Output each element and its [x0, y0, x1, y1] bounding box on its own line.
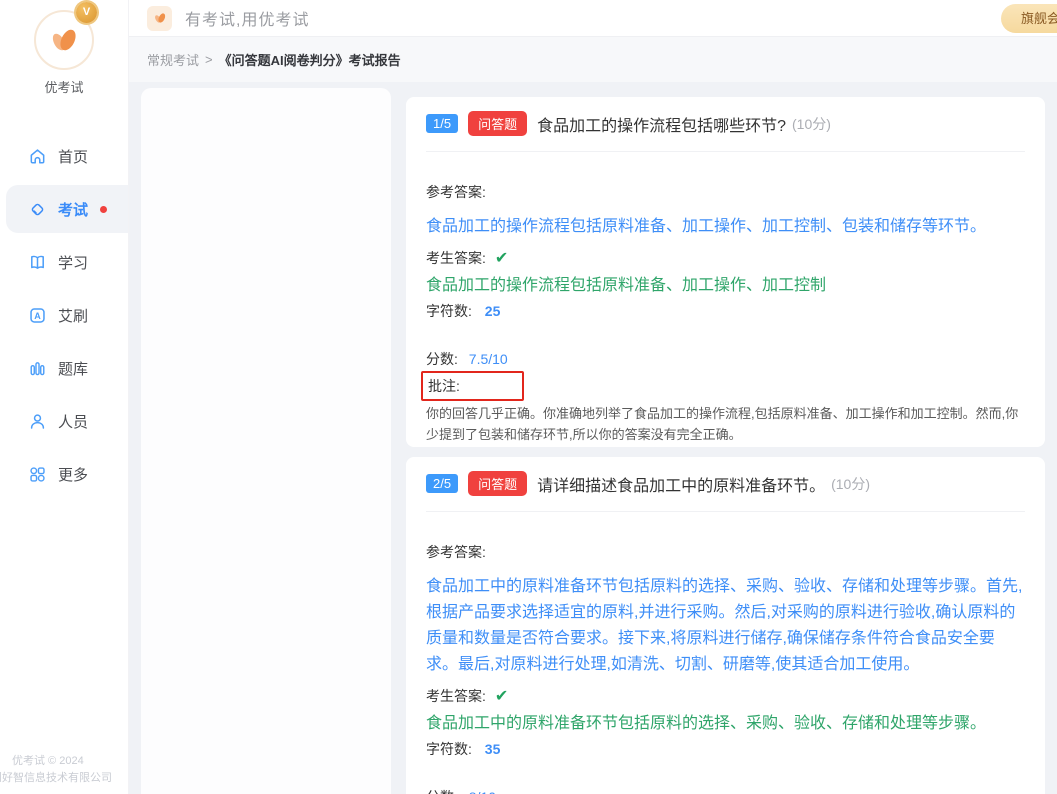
note-row: 批注: — [426, 371, 1025, 401]
book-icon — [28, 253, 47, 272]
char-count-label: 字符数: — [426, 741, 472, 757]
sidebar-item-label: 首页 — [58, 146, 88, 167]
question-card: 1/5 问答题 食品加工的操作流程包括哪些环节? (10分) 参考答案: 食品加… — [406, 97, 1045, 447]
sidebar-item-label: 人员 — [58, 411, 88, 432]
sidebar-item-question-bank[interactable]: 题库 — [0, 344, 128, 392]
notification-dot — [100, 206, 107, 213]
sidebar: V 优考试 首页 考试 学习 — [0, 0, 128, 794]
question-index-badge: 2/5 — [426, 474, 458, 493]
reference-answer: 食品加工的操作流程包括原料准备、加工操作、加工控制、包装和储存等环节。 — [426, 214, 1025, 240]
breadcrumb-current: 《问答题AI阅卷判分》考试报告 — [219, 50, 401, 69]
correct-check-icon: ✔ — [495, 686, 508, 706]
sidebar-nav: 首页 考试 学习 A 艾刷 — [0, 132, 128, 498]
char-count-row: 字符数: 25 — [426, 301, 1025, 321]
question-index-badge: 1/5 — [426, 114, 458, 133]
topbar-slogan: 有考试,用优考试 — [185, 6, 309, 30]
score-label: 分数: — [426, 789, 458, 794]
home-icon — [28, 147, 47, 166]
question-type-badge: 问答题 — [468, 111, 527, 136]
student-answer-row: 考生答案: ✔ — [426, 686, 1025, 706]
sidebar-item-exam[interactable]: 考试 — [6, 185, 128, 233]
vip-member-button[interactable]: 旗舰会员 — [1001, 4, 1057, 33]
svg-text:A: A — [34, 310, 41, 320]
score-label: 分数: — [426, 351, 458, 367]
sidebar-item-people[interactable]: 人员 — [0, 397, 128, 445]
a-brush-icon: A — [28, 306, 47, 325]
app-window: V 优考试 首页 考试 学习 — [0, 0, 1057, 794]
divider — [426, 151, 1025, 152]
sidebar-item-aibrush[interactable]: A 艾刷 — [0, 291, 128, 339]
sidebar-item-study[interactable]: 学习 — [0, 238, 128, 286]
note-text: 你的回答几乎正确。你准确地列举了食品加工的操作流程,包括原料准备、加工操作和加工… — [426, 404, 1025, 446]
question-card: 2/5 问答题 请详细描述食品加工中的原料准备环节。 (10分) 参考答案: 食… — [406, 457, 1045, 794]
student-answer-row: 考生答案: ✔ — [426, 248, 1025, 268]
note-label-highlight-box: 批注: — [421, 371, 524, 401]
more-grid-icon — [28, 465, 47, 484]
vip-seal-icon: V — [76, 2, 97, 23]
breadcrumb: 常规考试 > 《问答题AI阅卷判分》考试报告 — [129, 37, 1057, 82]
question-type-badge: 问答题 — [468, 471, 527, 496]
score-row: 分数: 7.5/10 — [426, 349, 1025, 369]
exam-icon — [28, 200, 47, 219]
sidebar-item-label: 题库 — [58, 358, 88, 379]
topbar-logo-icon — [147, 6, 172, 31]
student-answer-label: 考生答案: — [426, 686, 486, 706]
reference-answer: 食品加工中的原料准备环节包括原料的选择、采购、验收、存储和处理等步骤。首先,根据… — [426, 574, 1025, 678]
question-points: (10分) — [831, 474, 870, 494]
question-title: 请详细描述食品加工中的原料准备环节。 — [537, 472, 825, 496]
sidebar-item-label: 考试 — [58, 199, 88, 220]
brand-name: 优考试 — [0, 77, 128, 96]
breadcrumb-separator: > — [205, 52, 213, 67]
answer-sheet-panel — [141, 88, 391, 794]
topbar: 有考试,用优考试 旗舰会员 — [129, 0, 1057, 37]
leaf-v-icon — [46, 22, 82, 58]
question-list: 1/5 问答题 食品加工的操作流程包括哪些环节? (10分) 参考答案: 食品加… — [406, 97, 1045, 794]
student-answer-label: 考生答案: — [426, 248, 486, 268]
correct-check-icon: ✔ — [495, 248, 508, 268]
sidebar-item-label: 学习 — [58, 252, 88, 273]
score-row: 分数: 8/10 — [426, 787, 1025, 794]
breadcrumb-root[interactable]: 常规考试 — [147, 50, 199, 69]
student-answer: 食品加工的操作流程包括原料准备、加工操作、加工控制 — [426, 273, 1025, 297]
reference-answer-label: 参考答案: — [426, 542, 1025, 562]
sidebar-item-more[interactable]: 更多 — [0, 450, 128, 498]
score-value: 8/10 — [469, 789, 496, 794]
char-count-value: 25 — [485, 303, 501, 319]
main-area: 有考试,用优考试 旗舰会员 常规考试 > 《问答题AI阅卷判分》考试报告 1/5… — [128, 0, 1057, 794]
question-header: 1/5 问答题 食品加工的操作流程包括哪些环节? (10分) — [426, 111, 1025, 136]
divider — [426, 511, 1025, 512]
question-points: (10分) — [792, 114, 831, 134]
sidebar-item-label: 艾刷 — [58, 305, 88, 326]
char-count-label: 字符数: — [426, 303, 472, 319]
question-title: 食品加工的操作流程包括哪些环节? — [537, 112, 786, 136]
score-value: 7.5/10 — [469, 351, 508, 367]
brand-logo: V 优考试 — [0, 0, 128, 96]
sidebar-item-home[interactable]: 首页 — [0, 132, 128, 180]
char-count-value: 35 — [485, 741, 501, 757]
question-bank-icon — [28, 359, 47, 378]
company-line: 州好智信息技术有限公司 — [0, 770, 128, 788]
char-count-row: 字符数: 35 — [426, 739, 1025, 759]
reference-answer-label: 参考答案: — [426, 182, 1025, 202]
sidebar-item-label: 更多 — [58, 464, 88, 485]
report-content: 1/5 问答题 食品加工的操作流程包括哪些环节? (10分) 参考答案: 食品加… — [129, 82, 1057, 794]
student-answer: 食品加工中的原料准备环节包括原料的选择、采购、验收、存储和处理等步骤。 — [426, 711, 1025, 735]
leaf-v-icon — [152, 10, 168, 26]
question-header: 2/5 问答题 请详细描述食品加工中的原料准备环节。 (10分) — [426, 471, 1025, 496]
copyright-line: 优考试 © 2024 — [0, 753, 128, 771]
sidebar-footer: 优考试 © 2024 州好智信息技术有限公司 — [0, 753, 128, 788]
people-icon — [28, 412, 47, 431]
